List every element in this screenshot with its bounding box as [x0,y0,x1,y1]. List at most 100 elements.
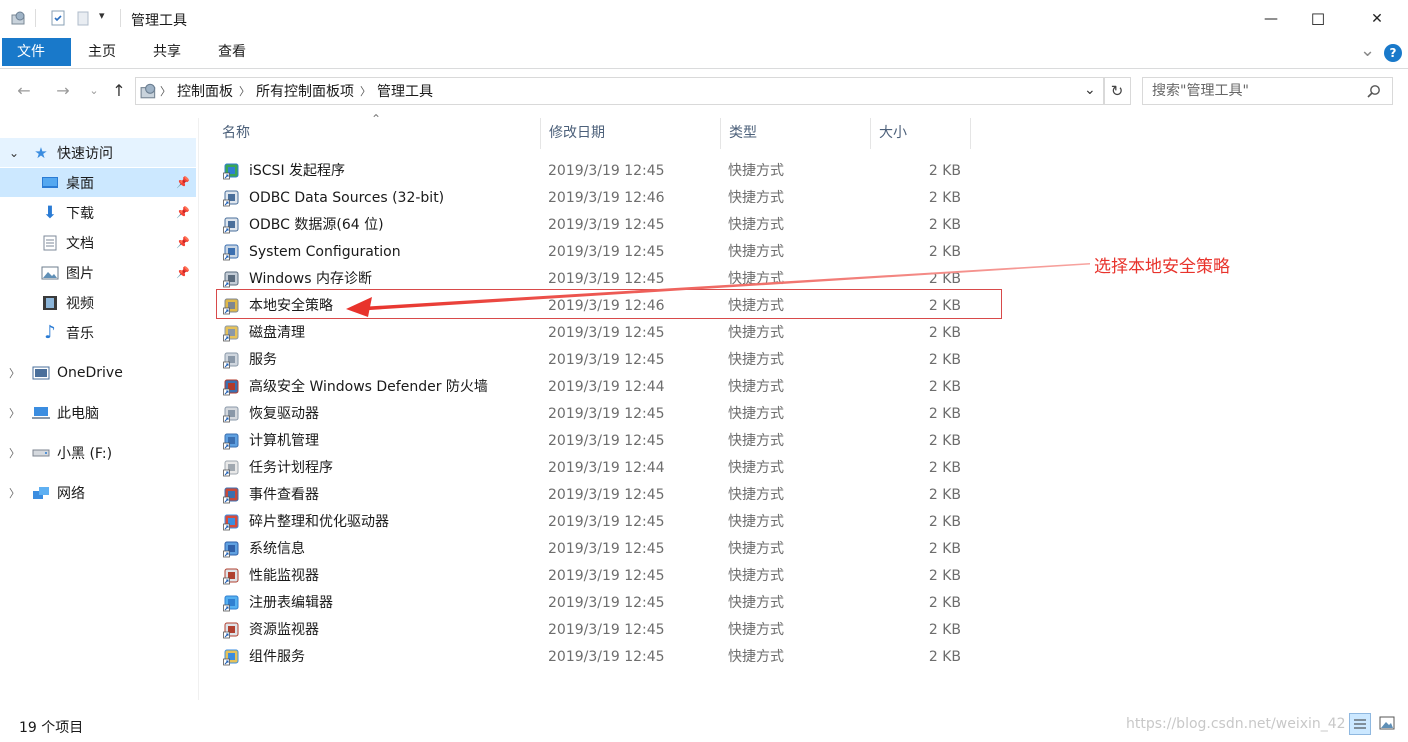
sidebar-item-drive-f[interactable]: 〉 小黑 (F:) [0,438,196,467]
file-size: 2 KB [928,433,961,449]
file-size: 2 KB [928,460,961,476]
table-row[interactable]: ODBC 数据源(64 位) 2019/3/19 12:45 快捷方式 2 KB [199,212,979,239]
sidebar-item-documents[interactable]: 文档 📌 [0,228,196,257]
pin-icon[interactable]: 📌 [176,206,190,219]
table-row[interactable]: iSCSI 发起程序 2019/3/19 12:45 快捷方式 2 KB [199,158,979,185]
system-info-icon [223,541,239,558]
table-row[interactable]: 恢复驱动器 2019/3/19 12:45 快捷方式 2 KB [199,401,979,428]
table-row[interactable]: 性能监视器 2019/3/19 12:45 快捷方式 2 KB [199,563,979,590]
sidebar-item-downloads[interactable]: ⬇ 下载 📌 [0,198,196,227]
pin-icon[interactable]: 📌 [176,266,190,279]
help-icon[interactable]: ? [1384,44,1402,62]
sidebar-item-music[interactable]: ♪ 音乐 [0,318,196,347]
table-row[interactable]: 系统信息 2019/3/19 12:45 快捷方式 2 KB [199,536,979,563]
file-type: 快捷方式 [728,163,784,179]
breadcrumb-control-panel[interactable]: 控制面板 [177,81,233,101]
column-header-size[interactable]: 大小 [871,118,971,149]
sidebar-item-label: 快速访问 [57,145,113,162]
refresh-icon[interactable]: ↻ [1103,77,1131,105]
tab-share[interactable]: 共享 [137,38,197,66]
file-size: 2 KB [928,622,961,638]
sidebar-item-pictures[interactable]: 图片 📌 [0,258,196,287]
file-date: 2019/3/19 12:44 [548,379,665,395]
tab-view[interactable]: 查看 [202,38,262,66]
file-size: 2 KB [928,568,961,584]
expanded-chevron-icon[interactable]: ⌄ [9,146,19,160]
address-bar[interactable]: 〉 控制面板 〉 所有控制面板项 〉 管理工具 [135,77,1105,105]
sidebar-item-desktop[interactable]: 桌面 📌 [0,168,196,197]
back-arrow-icon[interactable]: ← [12,78,36,102]
table-row[interactable]: 服务 2019/3/19 12:45 快捷方式 2 KB [199,347,979,374]
tab-home[interactable]: 主页 [72,38,132,66]
collapsed-chevron-icon[interactable]: 〉 [9,445,20,461]
details-view-icon [1354,719,1366,729]
iscsi-icon [223,163,239,180]
column-header-date[interactable]: 修改日期 [541,118,721,149]
file-size: 2 KB [928,541,961,557]
recent-locations-icon[interactable]: ⌄ [82,78,106,102]
pin-icon[interactable]: 📌 [176,176,190,189]
collapsed-chevron-icon[interactable]: 〉 [9,485,20,501]
memory-diagnostic-icon [223,271,239,288]
maximize-button[interactable]: ☐ [1295,0,1341,38]
app-icon[interactable] [11,10,27,26]
sidebar-item-label: 此电脑 [57,405,99,422]
breadcrumb-separator[interactable]: 〉 [360,83,371,99]
collapsed-chevron-icon[interactable]: 〉 [9,405,20,421]
sidebar-item-network[interactable]: 〉 网络 [0,478,196,507]
file-size: 2 KB [928,514,961,530]
sysconfig-icon [223,244,239,261]
recovery-drive-icon [223,406,239,423]
file-size: 2 KB [928,163,961,179]
table-row[interactable]: 计算机管理 2019/3/19 12:45 快捷方式 2 KB [199,428,979,455]
table-row[interactable]: 组件服务 2019/3/19 12:45 快捷方式 2 KB [199,644,979,671]
sidebar-item-quick-access[interactable]: ⌄ ★ 快速访问 [0,138,196,167]
breadcrumb-separator[interactable]: 〉 [239,83,250,99]
search-icon[interactable] [1367,84,1381,98]
sidebar-item-videos[interactable]: 视频 [0,288,196,317]
window-title: 管理工具 [131,13,187,29]
table-row[interactable]: 事件查看器 2019/3/19 12:45 快捷方式 2 KB [199,482,979,509]
close-button[interactable]: ✕ [1354,0,1400,38]
breadcrumb-separator[interactable]: 〉 [160,83,171,99]
annotation-label: 选择本地安全策略 [1094,257,1230,277]
forward-arrow-icon[interactable]: → [51,78,75,102]
large-icons-view-button[interactable] [1377,713,1399,735]
breadcrumb-all-items[interactable]: 所有控制面板项 [256,81,354,101]
file-name: 计算机管理 [249,433,319,449]
sidebar-item-this-pc[interactable]: 〉 此电脑 [0,398,196,427]
table-row[interactable]: 高级安全 Windows Defender 防火墙 2019/3/19 12:44… [199,374,979,401]
file-size: 2 KB [928,649,961,665]
sidebar-item-onedrive[interactable]: 〉 OneDrive [0,358,196,387]
table-row[interactable]: 碎片整理和优化驱动器 2019/3/19 12:45 快捷方式 2 KB [199,509,979,536]
ribbon-expand-icon[interactable]: ⌄ [1360,40,1375,61]
collapsed-chevron-icon[interactable]: 〉 [9,365,20,381]
search-input[interactable]: 搜索"管理工具" [1142,77,1393,105]
up-arrow-icon[interactable]: ↑ [107,78,131,102]
computer-management-icon [223,433,239,450]
registry-editor-icon [223,595,239,612]
details-view-button[interactable] [1349,713,1371,735]
column-header-label: 大小 [879,125,907,141]
tab-file[interactable]: 文件 [2,38,71,66]
table-row[interactable]: 注册表编辑器 2019/3/19 12:45 快捷方式 2 KB [199,590,979,617]
download-icon: ⬇ [42,202,58,223]
table-row[interactable]: 任务计划程序 2019/3/19 12:44 快捷方式 2 KB [199,455,979,482]
sidebar-item-label: 文档 [66,235,94,252]
quick-access-dropdown-icon[interactable]: ▾ [99,9,105,22]
properties-icon[interactable] [50,10,66,26]
pin-icon[interactable]: 📌 [176,236,190,249]
star-icon: ★ [34,143,48,162]
file-date: 2019/3/19 12:45 [548,622,665,638]
file-name: iSCSI 发起程序 [249,163,346,179]
table-row[interactable]: 资源监视器 2019/3/19 12:45 快捷方式 2 KB [199,617,979,644]
file-date: 2019/3/19 12:45 [548,649,665,665]
file-date: 2019/3/19 12:45 [548,352,665,368]
table-row[interactable]: ODBC Data Sources (32-bit) 2019/3/19 12:4… [199,185,979,212]
column-header-type[interactable]: 类型 [721,118,871,149]
watermark-text: https://blog.csdn.net/weixin_42 [1126,716,1346,732]
breadcrumb-admin-tools[interactable]: 管理工具 [377,81,433,101]
minimize-button[interactable]: — [1248,0,1294,38]
address-dropdown-icon[interactable]: ⌄ [1084,82,1096,98]
new-folder-icon[interactable] [75,10,91,26]
